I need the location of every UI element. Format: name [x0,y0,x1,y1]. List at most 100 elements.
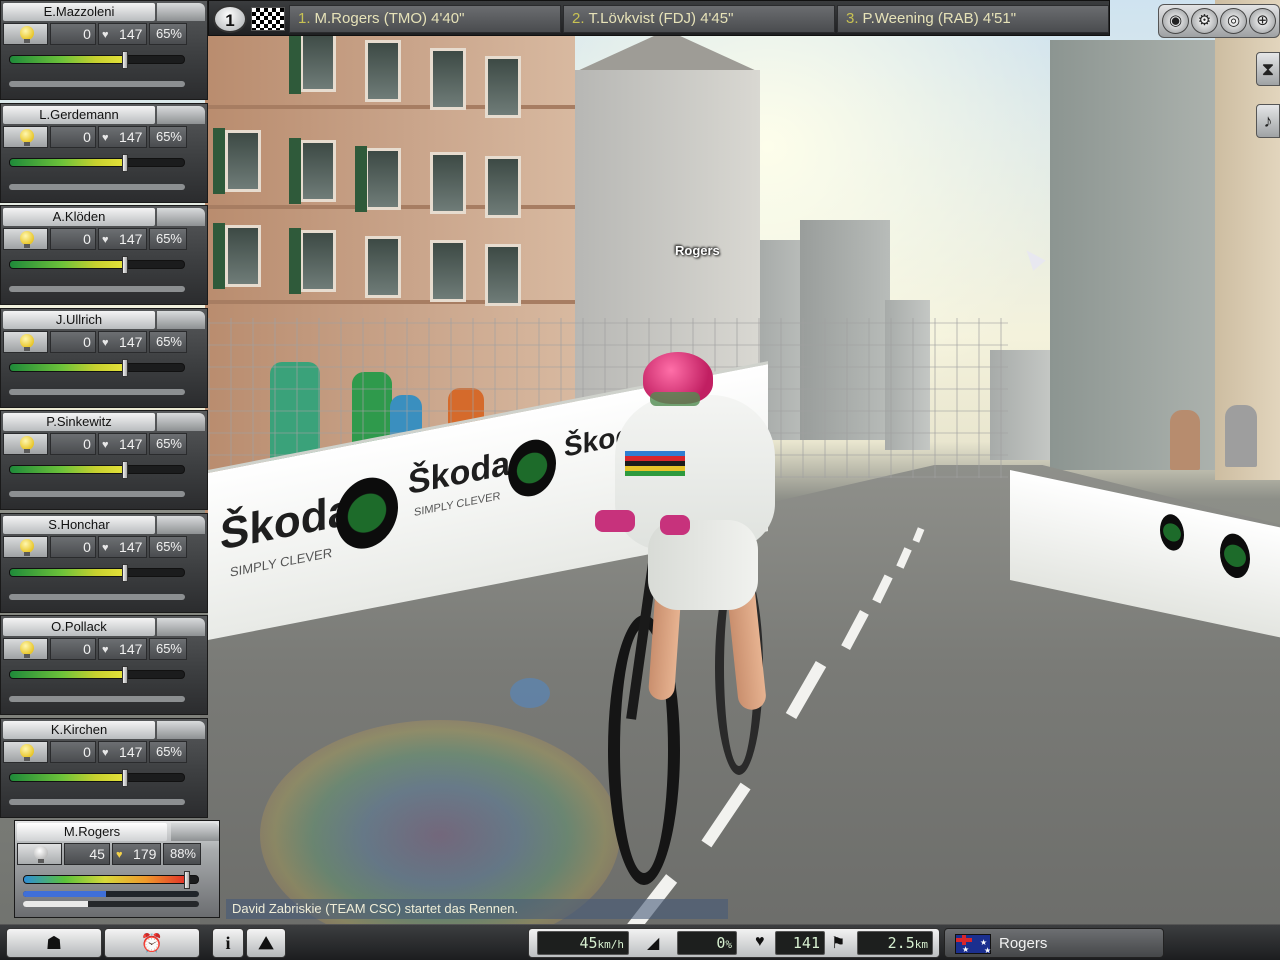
rider-panel[interactable]: L.Gerdemann 0 ♥ 147 65% [0,102,208,203]
team-icon: ☗ [45,933,63,953]
eye-icon[interactable]: ◉ [1162,8,1189,34]
rider-heart-rate: ♥ 147 [97,740,148,763]
attack-button[interactable] [3,535,49,558]
profile-button[interactable]: ⛰ [246,928,286,958]
rider-name-tab [157,3,205,21]
attack-button[interactable] [3,125,49,148]
heart-rate-value: 147 [119,538,143,555]
wheel-icon[interactable]: ◎ [1220,8,1247,34]
info-icon: i [225,933,231,953]
info-button[interactable]: i [212,928,244,958]
rider-nation-panel[interactable]: ★ ★ ★ Rogers [944,928,1164,958]
speed-unit: km/h [597,938,625,951]
rider-reserve-bar [9,593,185,600]
skoda-logo-icon [508,435,556,501]
lightbulb-icon [34,846,48,860]
slope-display: 0% [677,931,737,955]
rider-heart-rate: ♥ 147 [97,638,148,660]
rider-panel[interactable]: S.Honchar 0 ♥ 147 65% [0,512,208,613]
standing-rank: 3. [846,10,859,27]
distance-unit: km [914,938,928,951]
position-badge[interactable]: 1 [213,5,247,33]
speed-display: 45km/h [537,931,629,955]
skoda-logo-icon [336,472,398,555]
rider-glove [660,515,690,535]
attack-button[interactable] [3,740,49,763]
standing-text: P.Weening (RAB) 4'51" [862,10,1017,27]
lightbulb-base [24,654,30,658]
heart-rate-display: 141 [775,931,825,955]
team-button[interactable]: ☗ [6,928,102,958]
effort-slider-handle[interactable] [122,563,129,582]
checkered-flag-icon[interactable] [251,7,285,31]
heart-rate-value: 147 [119,641,143,657]
heart-icon: ♥ [101,439,109,451]
clock-button[interactable]: ⏰ [104,928,200,958]
skoda-logo-icon [1160,511,1184,553]
active-rider-panel[interactable]: M.Rogers 45 ♥ 179 88% [14,820,220,918]
secondary-bar-fill [23,901,89,907]
effort-slider-handle[interactable] [122,153,129,172]
music-icon[interactable]: ♪ [1256,104,1280,138]
skoda-logo-icon [1220,530,1250,582]
rider-panel[interactable]: J.Ullrich 0 ♥ 147 65% [0,307,208,408]
effort-slider-handle[interactable] [122,461,129,479]
effort-slider-handle[interactable] [183,871,190,889]
attack-button[interactable] [3,330,49,353]
effort-slider-handle[interactable] [122,666,129,684]
standing-2[interactable]: 2. T.Lövkvist (FDJ) 4'45" [563,5,835,33]
reserve-bar-fill [23,891,106,897]
rider-stats: 0 ♥ 147 65% [3,535,187,558]
effort-slider-handle[interactable] [122,256,129,274]
effort-slider-handle[interactable] [122,51,129,69]
standing-text: T.Lövkvist (FDJ) 4'45" [588,10,734,27]
standing-3[interactable]: 3. P.Weening (RAB) 4'51" [837,5,1109,33]
rider-name: S.Honchar [3,515,155,534]
attack-button[interactable] [3,23,49,45]
energy-bar [23,875,199,884]
rider-reserve-bar [9,696,185,702]
rider-count: 0 [50,433,96,455]
rider-count: 0 [50,330,96,353]
spectator [1170,410,1200,470]
standing-text: M.Rogers (TMO) 4'40" [314,10,465,27]
rider-stats: 0 ♥ 147 65% [3,125,187,148]
bike-icon[interactable]: ⚙ [1191,8,1218,34]
energy-bar-fill [10,363,125,371]
standing-1[interactable]: 1. M.Rogers (TMO) 4'40" [289,5,561,33]
rider-name: J.Ullrich [3,310,155,329]
rider-reserve-bar [9,798,185,805]
rider-panel[interactable]: P.Sinkewitz 0 ♥ 147 65% [0,410,208,510]
attack-button[interactable] [17,843,63,865]
lightbulb-base [24,141,30,146]
attack-button[interactable] [3,228,49,250]
lightbulb-icon [20,128,34,143]
rider-heart-rate: ♥ 147 [97,125,148,148]
rider-panel[interactable]: K.Kirchen 0 ♥ 147 65% [0,717,208,818]
heart-rate-value: 147 [119,333,143,350]
effort-slider-handle[interactable] [122,358,129,377]
secondary-bar [23,901,199,907]
nation-rider-name: Rogers [999,935,1048,952]
sponsor-brand: Škoda [220,485,353,560]
rider-heart-rate: ♥ 147 [97,433,148,455]
elevation-profile-icon: ⛰ [258,933,274,953]
hourglass-icon[interactable]: ⧗ [1256,52,1280,86]
attack-button[interactable] [3,433,49,455]
lightbulb-base [24,39,30,43]
effort-slider-handle[interactable] [122,768,129,787]
world-icon[interactable]: ⊕ [1249,8,1276,34]
heart-icon: ♥ [101,746,109,759]
energy-bar-fill [10,466,125,473]
rider-count: 0 [50,125,96,148]
race-message: David Zabriskie (TEAM CSC) startet das R… [226,899,728,919]
energy-bar-fill [10,158,125,166]
rider-panel[interactable]: A.Klöden 0 ♥ 147 65% [0,205,208,305]
rider-name-tab [157,208,205,226]
rider-stats: 0 ♥ 147 65% [3,433,187,455]
slope-icon: ◢ [647,935,660,952]
attack-button[interactable] [3,638,49,660]
rider-panel[interactable]: O.Pollack 0 ♥ 147 65% [0,615,208,715]
rider-panel[interactable]: E.Mazzoleni 0 ♥ 147 65% [0,0,208,100]
rider-effort: 65% [149,330,187,353]
